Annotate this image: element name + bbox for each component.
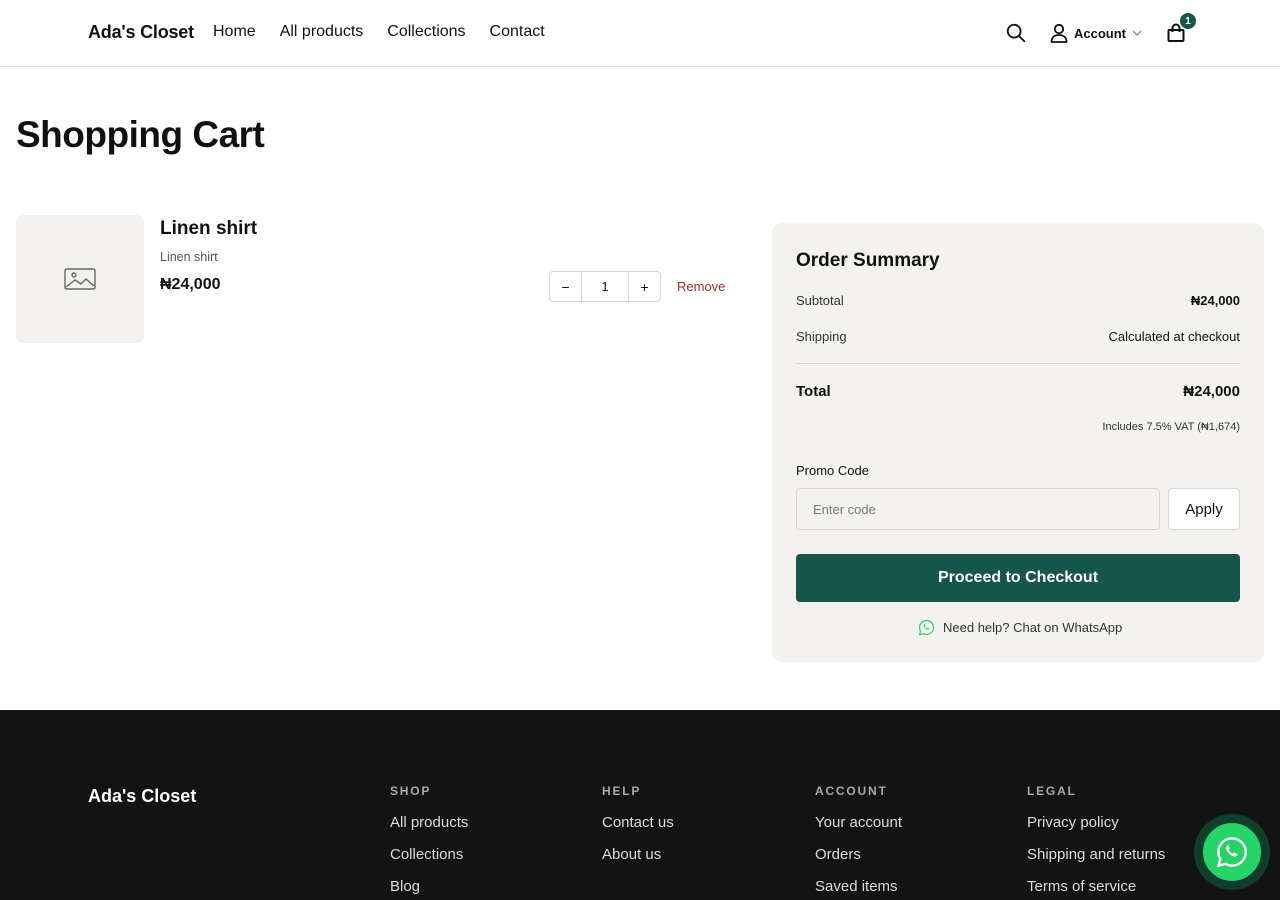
whatsapp-icon	[1216, 837, 1247, 868]
nav-home[interactable]: Home	[213, 23, 256, 41]
footer-link-saved-items[interactable]: Saved items	[815, 878, 902, 896]
footer-link-collections[interactable]: Collections	[390, 846, 468, 864]
footer-link-your-account[interactable]: Your account	[815, 814, 902, 832]
promo-code-label: Promo Code	[796, 463, 869, 478]
quantity-increase-button[interactable]: +	[629, 272, 660, 301]
footer-link-about-us[interactable]: About us	[602, 846, 674, 864]
cart-item-price: ₦24,000	[160, 276, 221, 293]
subtotal-value: ₦24,000	[1190, 293, 1240, 308]
cart-item-name[interactable]: Linen shirt	[160, 218, 257, 240]
footer-link-blog[interactable]: Blog	[390, 878, 468, 896]
total-value: ₦24,000	[1183, 383, 1240, 400]
remove-item-link[interactable]: Remove	[677, 279, 725, 294]
site-logo[interactable]: Ada's Closet	[88, 22, 194, 43]
shipping-label: Shipping	[796, 329, 847, 344]
proceed-to-checkout-button[interactable]: Proceed to Checkout	[796, 554, 1240, 602]
footer-link-contact-us[interactable]: Contact us	[602, 814, 674, 832]
search-button[interactable]	[1004, 21, 1028, 45]
nav-collections[interactable]: Collections	[387, 23, 465, 41]
chevron-down-icon	[1132, 30, 1142, 36]
account-menu-button[interactable]: Account	[1050, 21, 1142, 45]
promo-code-input[interactable]	[796, 488, 1160, 530]
page-title: Shopping Cart	[16, 114, 265, 155]
footer-column-shop: SHOP All products Collections Blog	[390, 784, 468, 896]
footer-link-shipping-returns[interactable]: Shipping and returns	[1027, 846, 1165, 864]
footer-heading-account: ACCOUNT	[815, 784, 888, 798]
vat-note: Includes 7.5% VAT (₦1,674)	[1102, 421, 1240, 433]
image-placeholder-icon	[64, 268, 96, 290]
summary-divider	[796, 363, 1240, 364]
whatsapp-icon	[918, 619, 935, 636]
footer-logo[interactable]: Ada's Closet	[88, 786, 196, 807]
whatsapp-floating-button[interactable]	[1194, 814, 1270, 890]
main-nav: Home All products Collections Contact	[213, 23, 545, 41]
account-label: Account	[1074, 25, 1126, 41]
site-header: Ada's Closet Home All products Collectio…	[0, 0, 1280, 67]
footer-link-terms-of-service[interactable]: Terms of service	[1027, 878, 1165, 896]
order-summary-panel: Order Summary Subtotal ₦24,000 Shipping …	[772, 223, 1264, 662]
footer-link-all-products[interactable]: All products	[390, 814, 468, 832]
site-footer: Ada's Closet SHOP All products Collectio…	[0, 710, 1280, 900]
nav-contact[interactable]: Contact	[490, 23, 545, 41]
nav-all-products[interactable]: All products	[280, 23, 364, 41]
footer-heading-shop: SHOP	[390, 784, 432, 798]
user-icon	[1050, 23, 1068, 43]
footer-heading-help: HELP	[602, 784, 642, 798]
shipping-value: Calculated at checkout	[1108, 329, 1240, 344]
whatsapp-floating-circle	[1203, 823, 1261, 881]
apply-promo-button[interactable]: Apply	[1168, 488, 1240, 530]
order-summary-title: Order Summary	[796, 250, 940, 271]
total-label: Total	[796, 383, 831, 400]
subtotal-label: Subtotal	[796, 293, 844, 308]
whatsapp-help-link[interactable]: Need help? Chat on WhatsApp	[918, 619, 1122, 636]
footer-column-help: HELP Contact us About us	[602, 784, 674, 864]
search-icon	[1006, 23, 1026, 43]
cart-count-badge: 1	[1180, 13, 1196, 29]
product-thumbnail[interactable]	[16, 215, 144, 343]
footer-link-privacy-policy[interactable]: Privacy policy	[1027, 814, 1165, 832]
footer-column-account: ACCOUNT Your account Orders Saved items	[815, 784, 902, 896]
whatsapp-help-text: Need help? Chat on WhatsApp	[943, 620, 1123, 635]
footer-link-orders[interactable]: Orders	[815, 846, 902, 864]
quantity-decrease-button[interactable]: −	[550, 272, 581, 301]
quantity-value[interactable]: 1	[581, 272, 629, 301]
footer-column-legal: LEGAL Privacy policy Shipping and return…	[1027, 784, 1165, 896]
quantity-stepper: − 1 +	[549, 271, 661, 302]
cart-item-variant: Linen shirt	[160, 250, 218, 264]
footer-heading-legal: LEGAL	[1027, 784, 1077, 798]
